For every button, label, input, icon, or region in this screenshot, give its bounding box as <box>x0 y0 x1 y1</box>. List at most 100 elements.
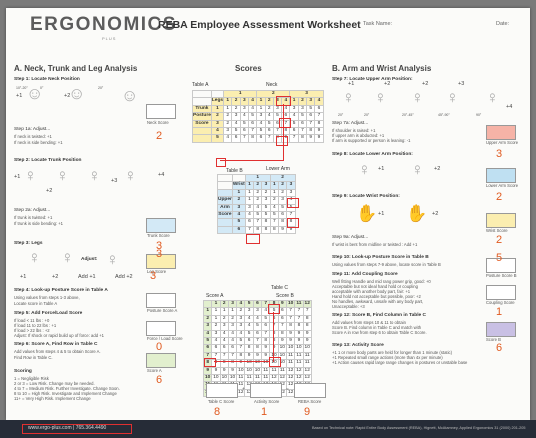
table-a-cell: 5 <box>289 119 299 128</box>
la-angle-1: +1 <box>378 166 385 172</box>
logo: ERGONOMICS <box>30 14 177 35</box>
table-b-cell: 5 <box>253 210 263 220</box>
neck-score-box[interactable] <box>146 104 176 119</box>
table-c-cell: 8 <box>261 336 271 346</box>
table-b-row-header: 5 <box>231 218 246 227</box>
leg-figure-3-icon: ♀ <box>106 250 119 269</box>
table-b-wrist-col: 1 <box>244 181 255 190</box>
activity-score-label: Activity Score <box>254 399 280 404</box>
table-c-cell: 3 <box>244 307 254 316</box>
trunk-score-box[interactable] <box>146 218 176 233</box>
score-b-box[interactable] <box>486 322 516 337</box>
table-c-row-header: 9 <box>202 366 213 375</box>
table-c-cell: 9 <box>285 336 296 346</box>
ua-small-3: 20°-45° <box>402 113 414 117</box>
table-c-cell: 2 <box>219 314 229 324</box>
table-c-col-line <box>273 312 275 362</box>
step6-l2: Find Row in Table C. <box>14 355 53 360</box>
trunk-figure-4-icon: ♀ <box>124 166 137 185</box>
w-angle-1: +1 <box>378 211 385 217</box>
table-b-row-header: 3 <box>231 203 246 212</box>
table-b-row-header: 2 <box>231 196 246 205</box>
wrist-score-box[interactable] <box>486 213 516 228</box>
footer-contact[interactable]: www.ergo-plus.com | 765.364.4490 <box>28 425 106 431</box>
neck-angle-1: +1 <box>16 93 23 99</box>
logo-sub: PLUS <box>102 36 117 41</box>
table-c-cell: 2 <box>236 307 246 316</box>
trunk-figure-2-icon: ♀ <box>56 166 69 185</box>
table-a-corner-3 <box>192 97 212 106</box>
step6-title: Step 6: Score A, Find Row in Table C <box>14 342 98 347</box>
table-b-row-header: 4 <box>231 210 246 220</box>
table-b-wrist-col: 2 <box>253 181 263 190</box>
table-c-row-highlight <box>204 358 216 367</box>
upper-arm-figure-1-icon: ♀ <box>342 88 355 107</box>
table-b-row-header: 6 <box>231 225 246 235</box>
table-a-legs-col: 3 <box>239 97 249 106</box>
posture-a-callout <box>216 158 226 167</box>
table-c-cell: 3 <box>219 322 229 331</box>
table-a-cell: 6 <box>264 126 274 136</box>
coupling-score-box[interactable] <box>486 285 516 300</box>
step1a: Step 1a: Adjust... <box>14 127 51 132</box>
table-c-cell: 8 <box>252 344 263 353</box>
step2-title: Step 2: Locate Trunk Position <box>14 158 82 163</box>
table-c-cell: 4 <box>244 314 254 324</box>
upper-arm-score-box[interactable] <box>486 125 516 140</box>
table-b-cell: 1 <box>269 188 279 198</box>
trunk-angle-4: +4 <box>158 172 165 178</box>
posture-a-box[interactable] <box>146 293 176 308</box>
ua-angle-1: +1 <box>348 81 355 87</box>
table-c-cell: 10 <box>219 373 229 383</box>
table-a-cell: 9 <box>314 134 324 143</box>
task-name-label: Task Name: <box>363 21 393 27</box>
neck-angle-small-1: 10°-20° <box>16 86 28 90</box>
table-c-cell: 7 <box>302 307 312 316</box>
table-c-cell: 12 <box>277 373 287 383</box>
table-b-cell: 6 <box>277 210 288 220</box>
table-b-result-highlight <box>246 234 260 244</box>
trunk-figure-3-icon: ♀ <box>88 166 101 185</box>
trunk-angle-3: +3 <box>111 178 118 184</box>
lower-arm-figure-1-icon: ♀ <box>358 160 371 179</box>
table-c-cell: 6 <box>219 344 229 353</box>
table-b-cell: 8 <box>261 225 271 235</box>
table-a-cell: 3 <box>297 104 308 114</box>
table-a-cell: 3 <box>289 104 299 114</box>
table-c-col-header: 6 <box>252 299 263 309</box>
table-b-wrist-col: 1 <box>269 181 279 190</box>
table-a-cell: 5 <box>264 119 274 128</box>
step7a: Step 7a: Adjust... <box>332 121 369 126</box>
wrist-figure-1-icon: ✋ <box>356 204 378 223</box>
table-c-col-header: 5 <box>244 299 254 309</box>
table-c-cell: 10 <box>211 373 221 383</box>
ua-small-1: 20° <box>338 113 344 117</box>
table-c-cell: 11 <box>294 351 304 361</box>
table-b-cell: 4 <box>244 210 255 220</box>
table-b-cell: 2 <box>261 188 271 198</box>
force-score-box[interactable] <box>146 321 176 336</box>
table-c-cell: 1 <box>219 307 229 316</box>
lower-arm-score-box[interactable] <box>486 168 516 183</box>
score-a-box[interactable] <box>146 353 176 368</box>
table-b-corner <box>217 173 233 183</box>
table-a-to-table-b-line <box>220 160 284 162</box>
wrist-score-label: Wrist Score <box>486 228 508 233</box>
reba-score-box[interactable] <box>294 383 326 398</box>
ua-angle-3: +2 <box>422 81 429 87</box>
table-a-cell: 8 <box>297 134 308 143</box>
table-c-cell: 7 <box>285 307 296 316</box>
table-b-cell: 8 <box>269 225 279 235</box>
table-a-cell: 4 <box>247 104 258 114</box>
table-b-corner-3 <box>217 181 233 190</box>
table-a-legs-col: 2 <box>264 97 274 106</box>
table-c-col-header: 12 <box>302 299 312 309</box>
table-a-cell: 4 <box>239 112 249 121</box>
table-a-corner <box>192 89 212 99</box>
table-a-cell: 3 <box>256 112 266 121</box>
step4-title: Step 4: Look-up Posture Score in Table A <box>14 288 108 293</box>
table-c-cell: 10 <box>244 366 254 375</box>
activity-score-box[interactable] <box>250 383 282 398</box>
table-c-cell: 7 <box>252 336 263 346</box>
table-c-score-box[interactable] <box>206 383 238 398</box>
